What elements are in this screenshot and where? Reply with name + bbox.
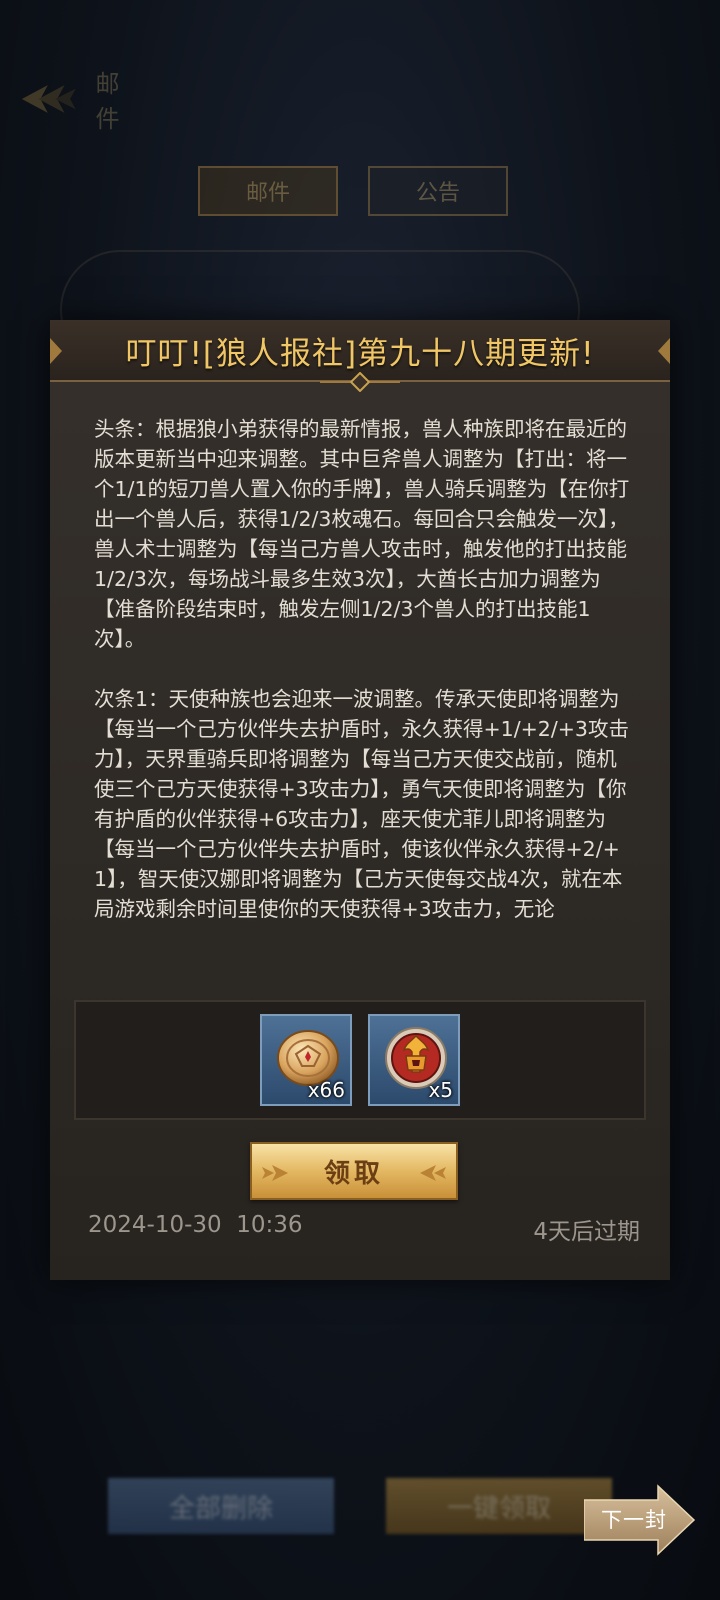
header-ornament-right <box>658 338 670 364</box>
mail-paragraph-headline: 头条：根据狼小弟获得的最新情报，兽人种族即将在最近的版本更新当中迎来调整。其中巨… <box>94 417 630 651</box>
tab-announcement[interactable]: 公告 <box>368 166 508 216</box>
header-diamond-ornament <box>320 372 400 392</box>
next-mail-label: 下一封 <box>601 1508 667 1532</box>
back-arrow-icon <box>21 85 76 113</box>
mail-dialog: 叮叮![狼人报社]第九十八期更新! 头条：根据狼小弟获得的最新情报，兽人种族即将… <box>50 320 670 1280</box>
expire-text: 4天后过期 <box>533 1219 640 1245</box>
header-ornament-left <box>50 338 62 364</box>
claim-ornament-right <box>420 1165 446 1181</box>
claim-all-button[interactable]: 一键领取 <box>386 1478 612 1534</box>
mail-body-text[interactable]: 头条：根据狼小弟获得的最新情报，兽人种族即将在最近的版本更新当中迎来调整。其中巨… <box>94 414 630 988</box>
reward-box: x66 x5 <box>74 1000 646 1120</box>
delete-all-button[interactable]: 全部删除 <box>108 1478 334 1534</box>
reward-quantity: x66 <box>307 1078 345 1102</box>
claim-label: 领取 <box>323 1158 384 1189</box>
reward-item-helmet-badge[interactable]: x5 <box>368 1014 460 1106</box>
reward-quantity: x5 <box>428 1078 453 1102</box>
mail-date: 2024-10-30 10:36 <box>88 1212 303 1238</box>
back-label: 邮件 <box>95 70 120 133</box>
reward-item-gold-coin[interactable]: x66 <box>260 1014 352 1106</box>
mail-paragraph-secondary: 次条1：天使种族也会迎来一波调整。传承天使即将调整为【每当一个己方伙伴失去护盾时… <box>94 687 629 921</box>
next-mail-button[interactable]: 下一封 <box>584 1484 696 1556</box>
dialog-title: 叮叮![狼人报社]第九十八期更新! <box>125 335 595 372</box>
back-button[interactable]: 邮件 <box>20 70 140 133</box>
tab-mail[interactable]: 邮件 <box>198 166 338 216</box>
claim-ornament-left <box>262 1165 288 1181</box>
claim-button[interactable]: 领取 <box>250 1142 458 1200</box>
